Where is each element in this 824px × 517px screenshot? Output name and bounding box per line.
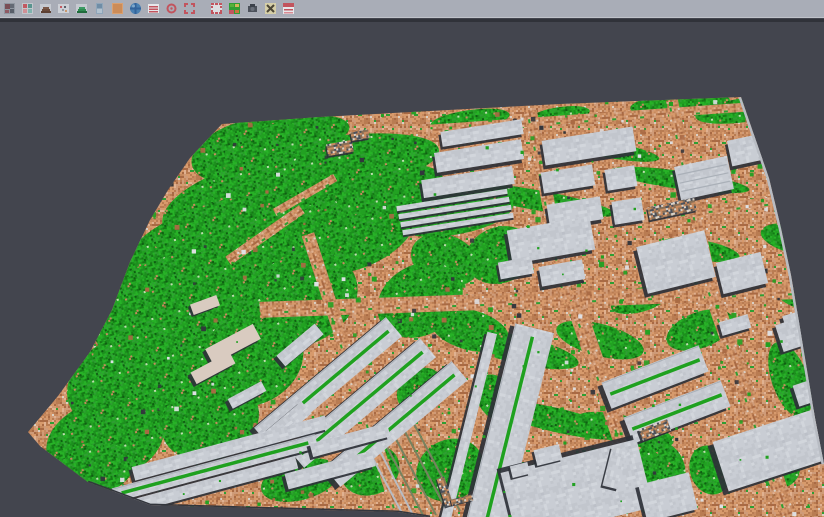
classification-button[interactable] xyxy=(227,1,242,16)
camera-button[interactable] xyxy=(245,1,260,16)
color-scale-icon xyxy=(21,2,34,15)
camera-icon xyxy=(246,2,259,15)
list-icon xyxy=(147,2,160,15)
viewport-3d-render[interactable] xyxy=(0,0,824,517)
delete-x-button[interactable] xyxy=(263,1,278,16)
toolbar-group xyxy=(2,1,197,16)
crop-box-button[interactable] xyxy=(209,1,224,16)
remove-list-icon xyxy=(282,2,295,15)
globe-icon xyxy=(129,2,142,15)
toolbar-divider xyxy=(0,19,824,22)
point-cloud-icon xyxy=(57,2,70,15)
target-button[interactable] xyxy=(164,1,179,16)
classification-icon xyxy=(228,2,241,15)
terrain-brown-button[interactable] xyxy=(38,1,53,16)
delete-x-icon xyxy=(264,2,277,15)
toolbar-group-separator xyxy=(197,8,209,9)
application-window xyxy=(0,0,824,517)
toolbar-group xyxy=(209,1,296,16)
main-toolbar xyxy=(0,0,824,18)
selection-brackets-button[interactable] xyxy=(182,1,197,16)
view-cube-button[interactable] xyxy=(2,1,17,16)
terrain-green-icon xyxy=(75,2,88,15)
globe-button[interactable] xyxy=(128,1,143,16)
point-cloud xyxy=(20,90,824,517)
column-panel-button[interactable] xyxy=(92,1,107,16)
terrain-green-button[interactable] xyxy=(74,1,89,16)
column-panel-icon xyxy=(93,2,106,15)
terrain-brown-icon xyxy=(39,2,52,15)
view-cube-icon xyxy=(3,2,16,15)
color-scale-button[interactable] xyxy=(20,1,35,16)
remove-list-button[interactable] xyxy=(281,1,296,16)
ortho-photo-icon xyxy=(111,2,124,15)
crop-box-icon xyxy=(210,2,223,15)
list-button[interactable] xyxy=(146,1,161,16)
point-cloud-button[interactable] xyxy=(56,1,71,16)
target-icon xyxy=(165,2,178,15)
ortho-photo-button[interactable] xyxy=(110,1,125,16)
selection-brackets-icon xyxy=(183,2,196,15)
